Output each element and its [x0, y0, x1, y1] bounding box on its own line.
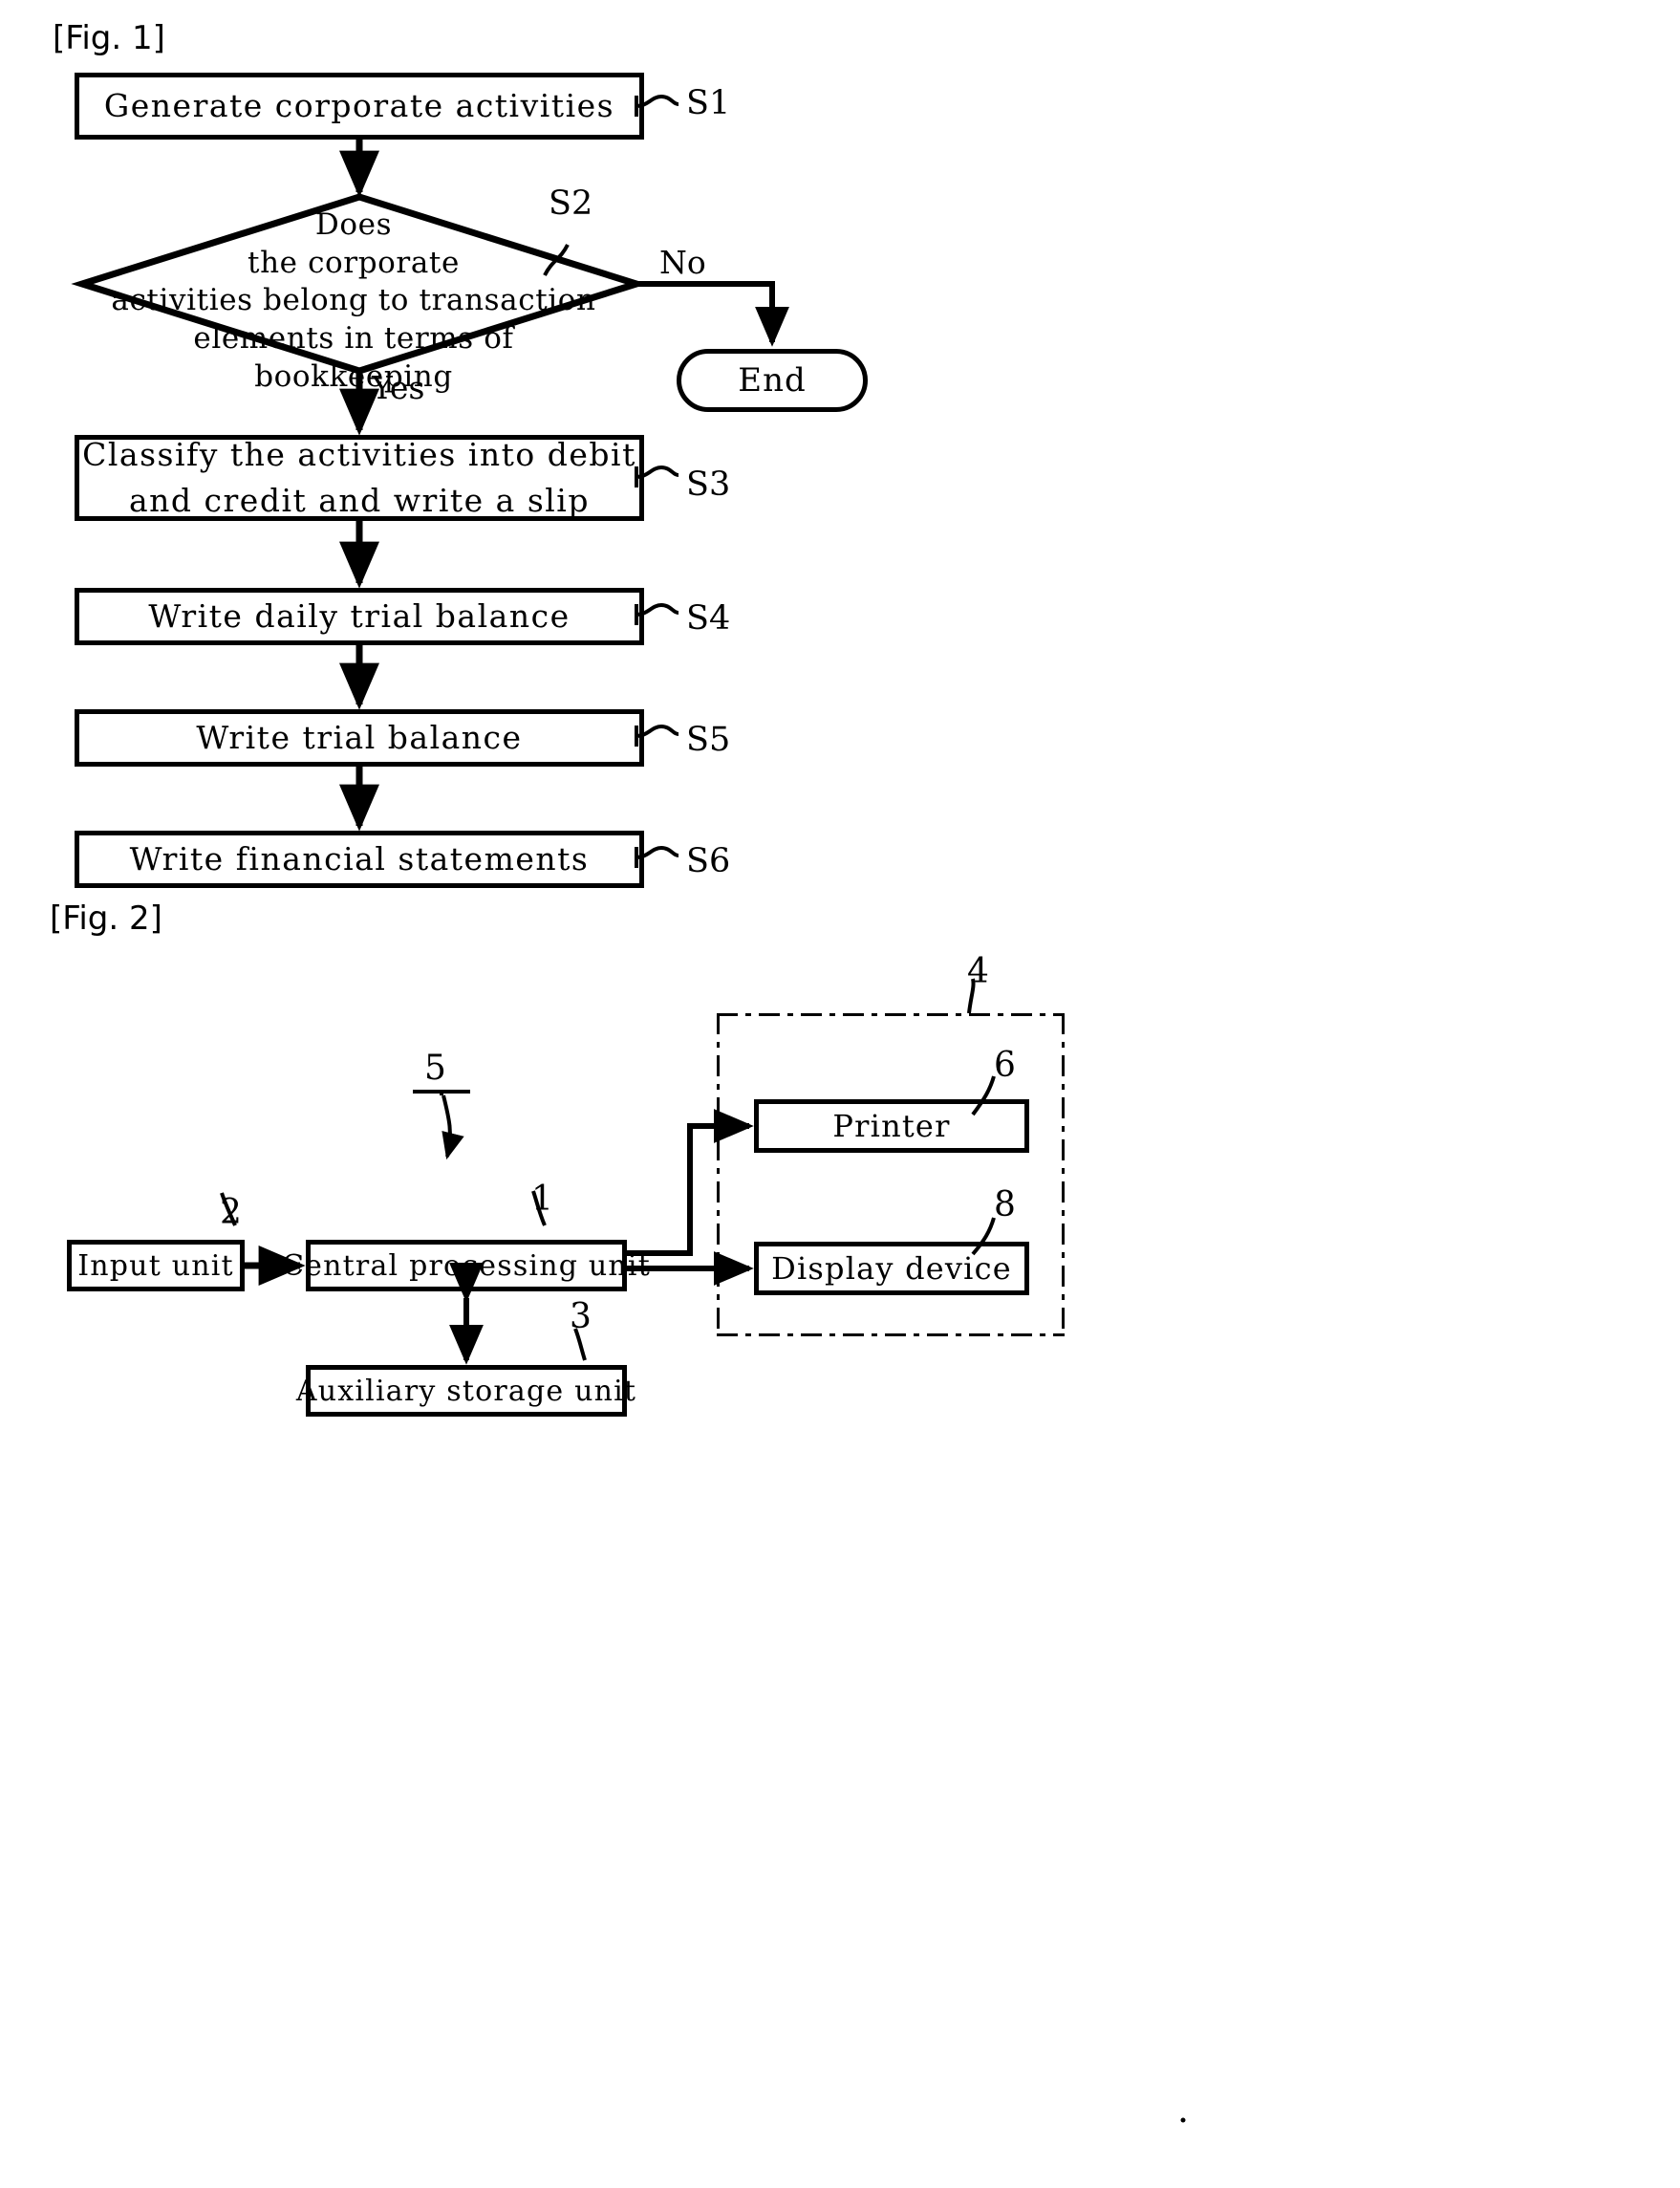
block-input-unit-label: Input unit	[77, 1248, 234, 1283]
flow-step-s6-label: Write financial statements	[129, 840, 590, 878]
flow-step-s2-line4: elements in terms of	[193, 321, 514, 357]
ref-number-3: 3	[570, 1297, 592, 1336]
ref-number-6: 6	[994, 1046, 1016, 1085]
flow-step-s3-line1: Classify the activities into debit	[82, 436, 636, 474]
flow-step-s3-tag: S3	[686, 466, 731, 504]
flow-step-s1-tag: S1	[686, 84, 731, 122]
flow-step-s3-line2: and credit and write a slip	[129, 482, 590, 519]
ref-number-4: 4	[967, 952, 989, 991]
ref-number-8: 8	[994, 1185, 1016, 1224]
block-storage-label: Auxiliary storage unit	[295, 1374, 637, 1408]
flow-step-s6-tag: S6	[686, 842, 731, 880]
scan-artifact-dot	[1180, 2117, 1186, 2123]
figure-1-label: [Fig. 1]	[53, 19, 165, 57]
block-printer: Printer	[754, 1099, 1029, 1153]
flow-step-s2-tag: S2	[549, 184, 593, 223]
flow-step-s5-label: Write trial balance	[196, 719, 523, 757]
block-input-unit: Input unit	[67, 1240, 245, 1291]
block-central-processing-unit: Central processing unit	[282, 1240, 650, 1291]
flow-step-s4-box: Write daily trial balance	[75, 588, 644, 645]
flow-step-s2-text: Does the corporate activities belong to …	[72, 206, 635, 396]
flow-step-s4-label: Write daily trial balance	[148, 597, 571, 636]
branch-label-no: No	[659, 244, 706, 281]
ref-number-5: 5	[424, 1049, 446, 1088]
flow-step-s5-tag: S5	[686, 721, 731, 759]
flow-step-s6-box: Write financial statements	[75, 831, 644, 888]
figure-2-label: [Fig. 2]	[50, 899, 162, 938]
flow-terminator-end-label: End	[738, 361, 807, 400]
patent-drawing-sheet: [Fig. 1] Generate corporate activities S…	[0, 0, 1680, 2188]
flow-step-s2-line5: bookkeeping	[254, 358, 453, 394]
block-auxiliary-storage-unit: Auxiliary storage unit	[296, 1365, 635, 1417]
flow-step-s1-label: Generate corporate activities	[103, 87, 615, 125]
flow-step-s4-tag: S4	[686, 599, 731, 638]
flow-step-s3-box: Classify the activities into debit and c…	[75, 435, 644, 521]
flow-terminator-end: End	[677, 349, 868, 412]
flow-step-s2-line2: the corporate	[248, 245, 460, 280]
block-cpu-label: Central processing unit	[282, 1248, 651, 1283]
connector-s2-no-to-end	[636, 281, 789, 347]
ref-5-leader-arrow	[442, 1094, 464, 1160]
block-display-device-label: Display device	[771, 1250, 1012, 1287]
flow-step-s1-box: Generate corporate activities	[75, 73, 644, 140]
ref-number-2: 2	[220, 1193, 242, 1232]
block-display-device: Display device	[754, 1242, 1029, 1295]
branch-label-yes: Yes	[372, 369, 425, 406]
block-printer-label: Printer	[832, 1108, 951, 1144]
flow-step-s2-line3: activities belong to transaction	[111, 283, 596, 318]
flow-step-s5-box: Write trial balance	[75, 709, 644, 767]
ref-number-1: 1	[531, 1180, 553, 1219]
